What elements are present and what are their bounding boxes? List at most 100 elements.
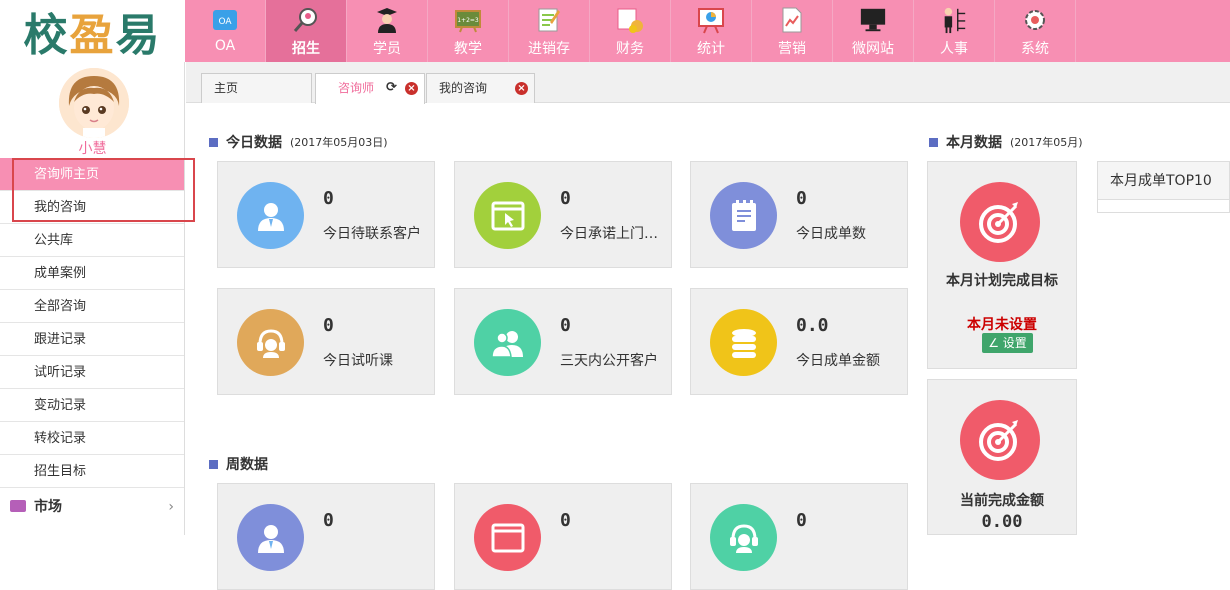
stat-value: 0	[796, 510, 807, 531]
section-today-title: 今日数据 (2017年05月03日)	[209, 132, 388, 152]
section-marker	[209, 137, 218, 147]
svg-text:1+2=3: 1+2=3	[457, 17, 479, 24]
sidebar-item[interactable]: 我的咨询	[0, 191, 184, 224]
nav-item-marketing[interactable]: 营销	[752, 0, 833, 62]
stat-label: 今日待联系客户	[323, 226, 421, 242]
stat-card[interactable]: 0 今日承诺上门…	[454, 161, 672, 268]
avatar[interactable]	[59, 68, 129, 138]
section-date: (2017年05月03日)	[290, 136, 388, 149]
sidebar: 小慧 咨询师主页 我的咨询 公共库 成单案例 全部咨询 跟进记录 试听记录 变动记录 转校记录招…	[0, 62, 195, 535]
month-amount-value: 0.00	[981, 512, 1023, 532]
stat-label: 三天内公开客户	[560, 353, 658, 369]
nav-item-system[interactable]: 系统	[995, 0, 1076, 62]
section-title-text: 今日数据	[226, 135, 282, 151]
statistics-icon	[697, 6, 725, 34]
svg-text:OA: OA	[218, 17, 232, 27]
tab-home[interactable]: 主页	[201, 73, 312, 103]
sidebar-item[interactable]: 转校记录	[0, 422, 184, 455]
target-icon	[960, 182, 1040, 262]
tab-label: 主页	[214, 81, 239, 95]
sidebar-item[interactable]: 成单案例	[0, 257, 184, 290]
sidebar-item[interactable]: 变动记录	[0, 389, 184, 422]
nav-item-hr[interactable]: 人事	[914, 0, 995, 62]
oa-icon: OA	[211, 6, 239, 34]
nav-label: 人事	[940, 41, 968, 57]
logo-text: 校盈易	[23, 10, 162, 61]
coins-icon	[710, 309, 777, 376]
browser-click-icon	[474, 182, 541, 249]
nav-item-recruit[interactable]: 招生	[266, 0, 347, 62]
nav-item-teaching[interactable]: 1+2=3 教学	[428, 0, 509, 62]
close-icon[interactable]: ×	[515, 82, 528, 95]
sidebar-item[interactable]: 咨询师主页	[0, 158, 184, 191]
section-marker	[929, 137, 938, 147]
stat-card[interactable]: 0	[690, 483, 908, 590]
month-amount-label: 当前完成金额	[960, 493, 1044, 509]
stat-value: 0	[323, 188, 334, 209]
stat-card[interactable]: 0.0 今日成单金额	[690, 288, 908, 395]
nav-item-website[interactable]: 微网站	[833, 0, 914, 62]
top10-title: 本月成单TOP10	[1098, 162, 1229, 200]
nav-label: 营销	[778, 41, 806, 57]
headset-icon	[710, 504, 777, 571]
section-marker	[209, 459, 218, 469]
stat-card[interactable]: 0 三天内公开客户	[454, 288, 672, 395]
nav-label: 招生	[292, 41, 320, 57]
sidebar-item-market[interactable]: 市场 ›	[0, 487, 184, 527]
set-goal-button[interactable]: ∠ 设置	[982, 333, 1033, 353]
recruit-icon	[292, 6, 320, 34]
stat-card[interactable]: 0 今日成单数	[690, 161, 908, 268]
nav-item-finance[interactable]: 财务	[590, 0, 671, 62]
folder-icon	[10, 500, 26, 512]
sidebar-item[interactable]: 招生目标	[0, 455, 184, 488]
stat-value: 0	[560, 315, 571, 336]
month-goal-label: 本月计划完成目标	[946, 273, 1058, 289]
stat-card[interactable]: 0	[454, 483, 672, 590]
section-title-text: 周数据	[226, 457, 268, 473]
sidebar-item[interactable]: 跟进记录	[0, 323, 184, 356]
stat-card[interactable]: 0	[217, 483, 435, 590]
nav-item-statistics[interactable]: 统计	[671, 0, 752, 62]
close-icon[interactable]: ×	[405, 82, 418, 95]
section-week-title: 周数据	[209, 454, 268, 474]
browser-icon	[474, 504, 541, 571]
stat-label: 今日承诺上门…	[560, 226, 658, 242]
nav-label: 微网站	[852, 41, 894, 57]
sidebar-item[interactable]: 公共库	[0, 224, 184, 257]
nav-label: 教学	[454, 41, 482, 57]
stat-value: 0	[560, 510, 571, 531]
stat-value: 0	[560, 188, 571, 209]
nav-label: 统计	[697, 41, 725, 57]
refresh-icon[interactable]: ⟳	[386, 74, 397, 102]
system-icon	[1021, 6, 1049, 34]
nav-item-inventory[interactable]: 进销存	[509, 0, 590, 62]
stat-label: 今日试听课	[323, 353, 393, 369]
user-icon	[237, 182, 304, 249]
stat-label: 今日成单金额	[796, 353, 880, 369]
stat-value: 0	[796, 188, 807, 209]
tab-consultant[interactable]: 咨询师 ⟳ ×	[315, 73, 425, 104]
sidebar-item[interactable]: 试听记录	[0, 356, 184, 389]
top10-panel: 本月成单TOP10	[1097, 161, 1230, 213]
stat-card[interactable]: 0 今日待联系客户	[217, 161, 435, 268]
stat-card[interactable]: 0 今日试听课	[217, 288, 435, 395]
website-icon	[859, 6, 887, 34]
month-goal-card: 本月计划完成目标 本月未设置 ∠ 设置	[927, 161, 1077, 369]
sidebar-item[interactable]: 全部咨询	[0, 290, 184, 323]
notepad-icon	[710, 182, 777, 249]
nav-label: 财务	[616, 41, 644, 57]
section-title-text: 本月数据	[946, 135, 1002, 151]
tab-my-consult[interactable]: 我的咨询 ×	[426, 73, 535, 103]
nav-item-student[interactable]: 学员	[347, 0, 428, 62]
target-icon	[960, 400, 1040, 480]
stat-value: 0	[323, 510, 334, 531]
headset-icon	[237, 309, 304, 376]
section-month-title: 本月数据 (2017年05月)	[929, 132, 1083, 152]
tab-label: 咨询师	[338, 81, 375, 95]
stat-value: 0	[323, 315, 334, 336]
teaching-icon: 1+2=3	[454, 6, 482, 34]
top-header: 校盈易 OA OA 招生 学员 1+2=3 教学 进销存 财务 统计 营销 微网站 人事 系统	[0, 0, 1230, 62]
sidebar-market-label: 市场	[34, 499, 62, 515]
logo[interactable]: 校盈易	[0, 0, 185, 62]
nav-item-oa[interactable]: OA OA	[185, 0, 266, 62]
